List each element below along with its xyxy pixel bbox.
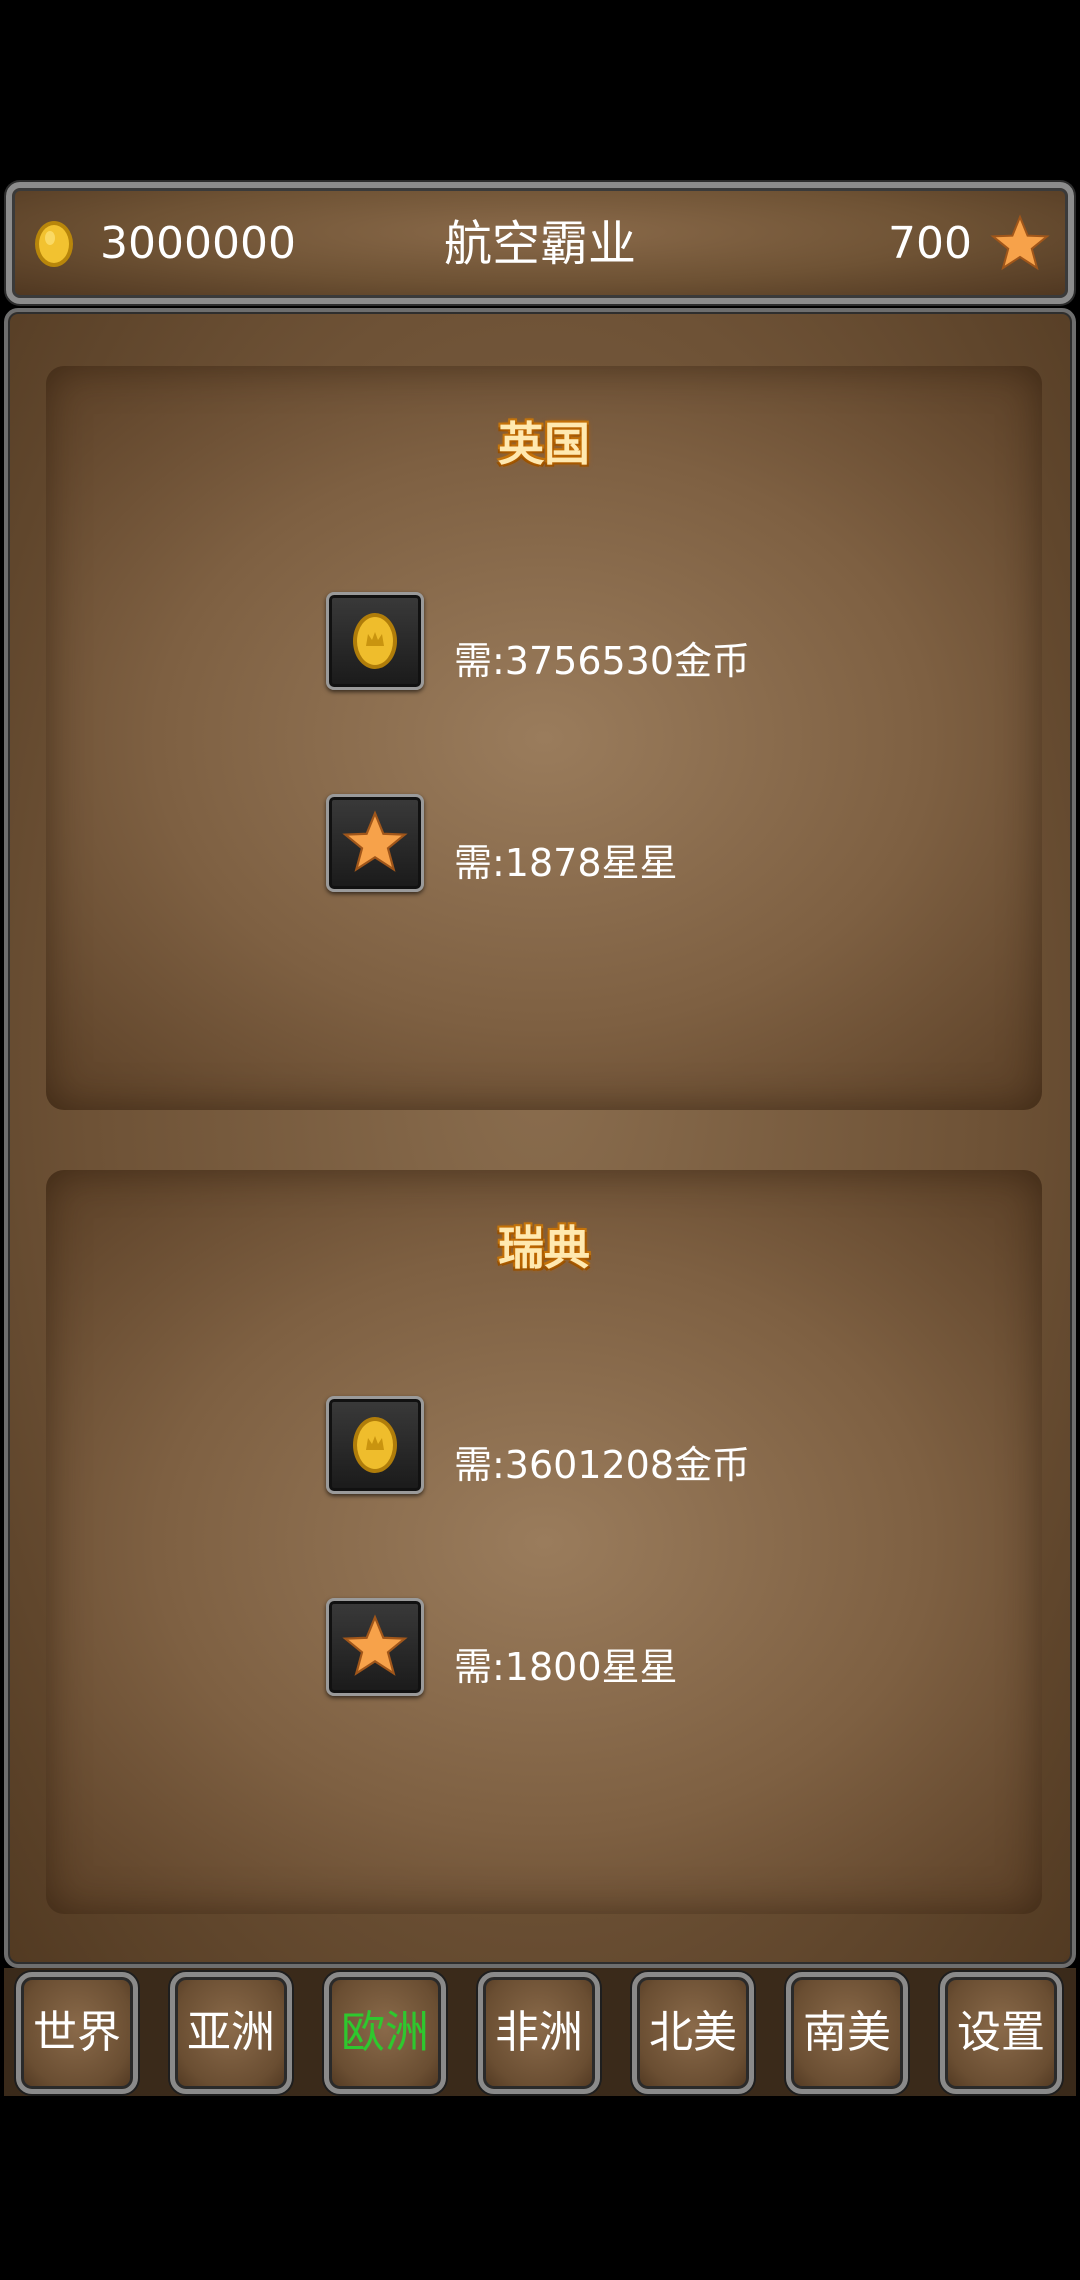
- gold-requirement-text: 需:3756530金币: [454, 639, 751, 683]
- gold-coin-icon: [353, 613, 397, 669]
- country-card-sweden[interactable]: 瑞典 需:3601208金币 需:1800星星: [46, 1170, 1042, 1914]
- country-card-uk[interactable]: 英国 需:3756530金币 需:1878星星: [46, 366, 1042, 1110]
- country-name: 瑞典: [498, 1221, 590, 1275]
- tab-asia[interactable]: 亚洲: [170, 1972, 292, 2094]
- tab-world[interactable]: 世界: [16, 1972, 138, 2094]
- country-name: 英国: [498, 417, 590, 471]
- tab-north-america[interactable]: 北美: [632, 1972, 754, 2094]
- star-requirement-text: 需:1800星星: [454, 1645, 678, 1689]
- star-icon: [342, 810, 408, 872]
- star-requirement-text: 需:1878星星: [454, 841, 678, 885]
- star-requirement-button[interactable]: [326, 794, 424, 892]
- tab-settings[interactable]: 设置: [940, 1972, 1062, 2094]
- region-tab-bar: 世界 亚洲 欧洲 非洲 北美 南美 设置: [4, 1968, 1076, 2096]
- tab-europe[interactable]: 欧洲: [324, 1972, 446, 2094]
- tab-south-america[interactable]: 南美: [786, 1972, 908, 2094]
- tab-africa[interactable]: 非洲: [478, 1972, 600, 2094]
- gold-requirement-text: 需:3601208金币: [454, 1443, 751, 1487]
- star-requirement-button[interactable]: [326, 1598, 424, 1696]
- star-icon: [342, 1614, 408, 1676]
- star-amount: 700: [888, 218, 972, 269]
- gold-requirement-button[interactable]: [326, 592, 424, 690]
- star-icon: [990, 214, 1050, 271]
- gold-requirement-button[interactable]: [326, 1396, 424, 1494]
- gold-coin-icon: [353, 1417, 397, 1473]
- country-list-panel: 英国 需:3756530金币 需:1878星星 瑞典 需:3601208金币 需…: [4, 308, 1076, 1968]
- top-status-bar: 3000000 航空霸业 700: [6, 182, 1074, 304]
